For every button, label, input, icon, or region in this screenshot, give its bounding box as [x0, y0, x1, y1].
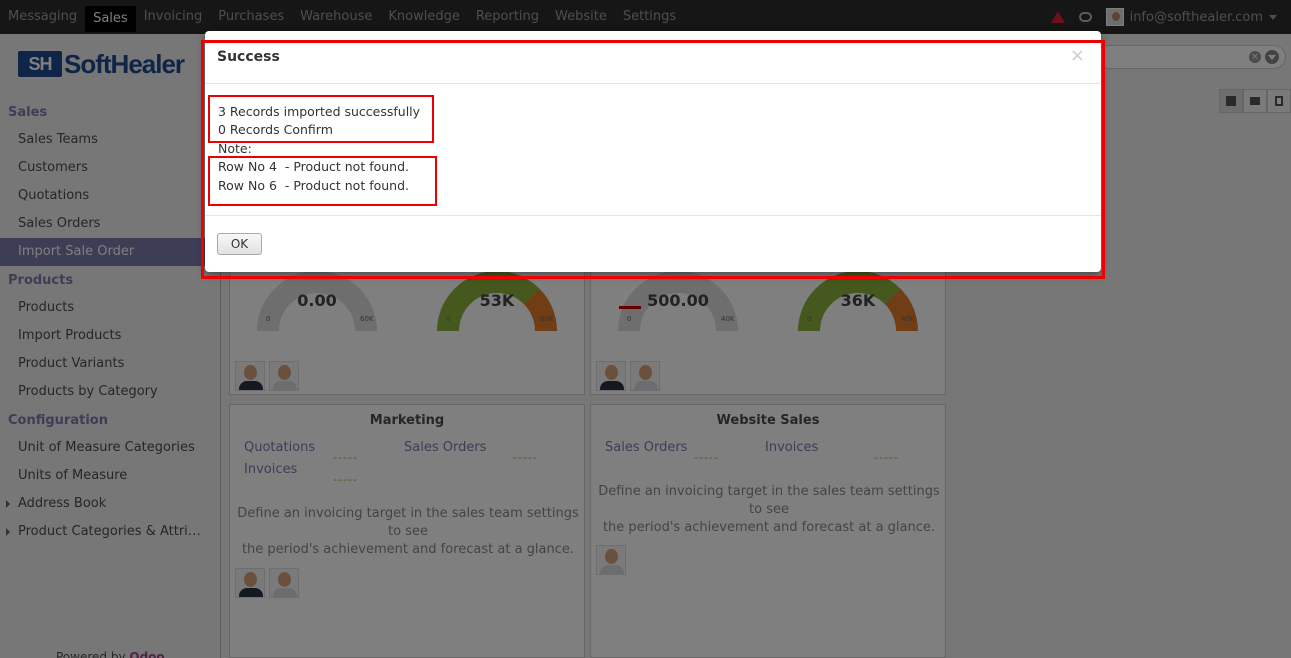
- highlight-box-dialog: [201, 40, 1105, 279]
